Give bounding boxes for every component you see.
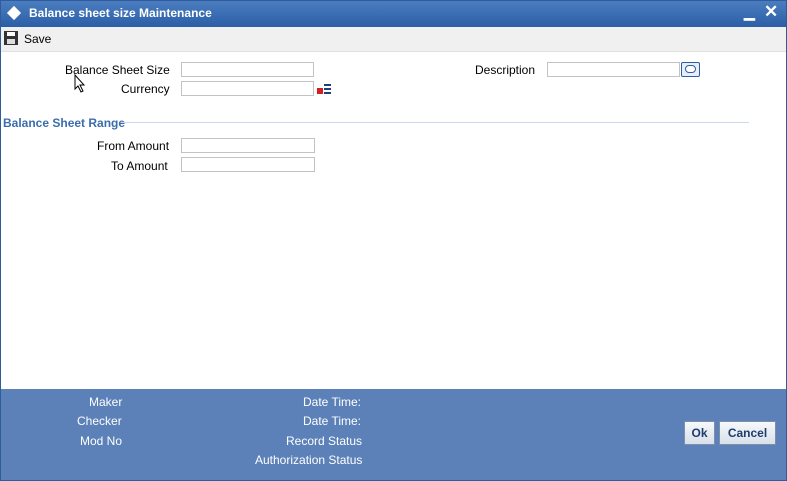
description-input[interactable] <box>547 62 680 77</box>
authorization-status-label: Authorization Status <box>255 453 363 467</box>
title-bar: Balance sheet size Maintenance ▁ ✕ <box>1 1 786 27</box>
toolbar: Save <box>1 27 786 52</box>
mouse-pointer-icon <box>74 74 86 93</box>
close-button[interactable]: ✕ <box>764 2 778 22</box>
record-status-label: Record Status <box>286 434 363 448</box>
maker-label: Maker <box>89 395 123 409</box>
mod-no-label: Mod No <box>80 434 123 448</box>
checker-date-time-label: Date Time: <box>303 414 362 428</box>
balance-sheet-size-window: Balance sheet size Maintenance ▁ ✕ Save … <box>0 0 787 481</box>
speech-bubble-icon[interactable] <box>681 62 700 77</box>
currency-label: Currency <box>121 82 170 96</box>
section-divider <box>121 122 749 123</box>
save-button[interactable]: Save <box>24 32 51 46</box>
maker-date-time-label: Date Time: <box>303 395 362 409</box>
balance-sheet-size-input[interactable] <box>181 62 314 77</box>
to-amount-label: To Amount <box>111 159 168 173</box>
from-amount-input[interactable] <box>181 138 315 153</box>
ok-button[interactable]: Ok <box>684 421 715 445</box>
from-amount-label: From Amount <box>97 139 170 153</box>
floppy-disk-icon[interactable] <box>4 31 18 45</box>
minimize-button[interactable]: ▁ <box>744 4 755 21</box>
window-title: Balance sheet size Maintenance <box>29 6 212 20</box>
balance-sheet-range-heading: Balance Sheet Range <box>3 116 126 130</box>
cancel-button[interactable]: Cancel <box>719 421 776 445</box>
diamond-icon <box>6 5 22 21</box>
list-of-values-icon[interactable] <box>316 81 332 95</box>
description-label: Description <box>475 63 536 77</box>
currency-input[interactable] <box>181 81 314 96</box>
to-amount-input[interactable] <box>181 157 315 172</box>
checker-label: Checker <box>77 414 122 428</box>
